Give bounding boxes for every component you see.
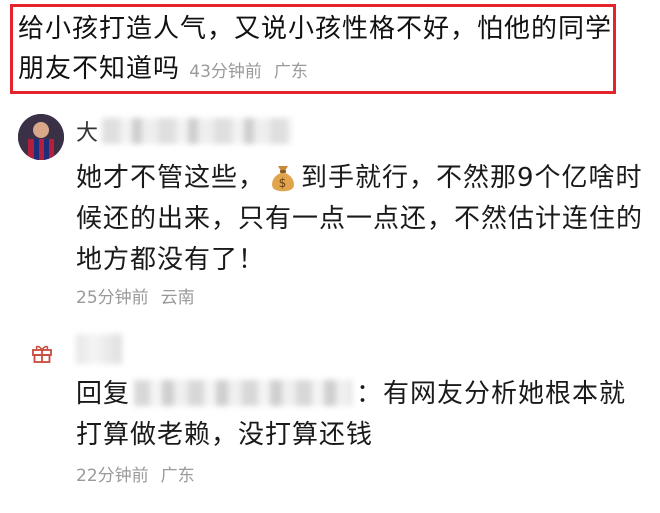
avatar[interactable] [18, 114, 64, 160]
top-comment-text: 给小孩打造人气，又说小孩性格不好，怕他的同学朋友不知道吗 [18, 14, 613, 84]
reply-time: 22分钟前 [76, 466, 149, 486]
reply-author-blurred[interactable] [76, 334, 122, 364]
gift-icon [32, 345, 52, 363]
top-comment: 给小孩打造人气，又说小孩性格不好，怕他的同学朋友不知道吗 43分钟前 广东 [18, 9, 613, 92]
comment-time: 25分钟前 [76, 288, 149, 308]
author-name-blurred [102, 118, 293, 144]
money-bag-icon: $ [272, 166, 294, 192]
top-comment-meta: 43分钟前 广东 [189, 62, 308, 82]
reply-mention-blurred[interactable] [134, 380, 353, 406]
comment-text-part1: 她才不管这些， [76, 163, 266, 193]
comment-location: 云南 [160, 288, 195, 308]
svg-text:$: $ [279, 176, 288, 190]
reply-prefix: 回复 [76, 379, 131, 409]
top-comment-location: 广东 [273, 62, 308, 82]
comment-meta: 25分钟前 云南 [76, 283, 195, 308]
comment-text: 她才不管这些， $ 到手就行，不然那9个亿啥时候还的出来，只有一点一点还，不然估… [76, 158, 646, 281]
reply-text: 回复 ：有网友分析她根本就打算做老赖，没打算还钱 [76, 374, 646, 456]
comment-author[interactable]: 大 [76, 116, 293, 146]
reply-meta: 22分钟前 广东 [76, 461, 195, 486]
reply-location: 广东 [160, 466, 195, 486]
author-name-visible: 大 [76, 121, 99, 146]
top-comment-time: 43分钟前 [189, 62, 262, 82]
